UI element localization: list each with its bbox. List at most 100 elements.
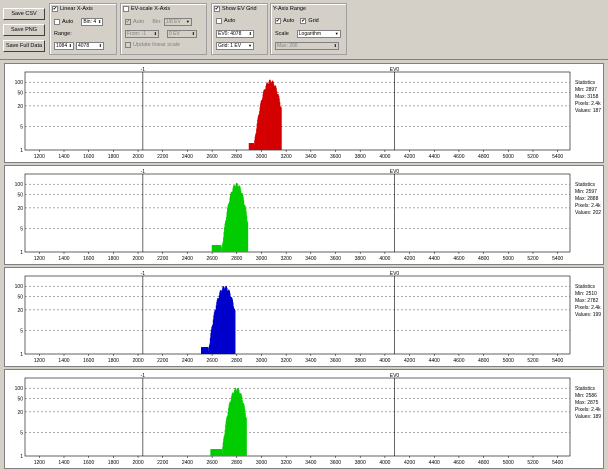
update-linear-checkbox[interactable] bbox=[125, 42, 131, 48]
stepper-icon: ⬍ bbox=[153, 31, 157, 36]
x-tick-label: 3800 bbox=[355, 154, 366, 160]
x-tick-label: 2000 bbox=[132, 460, 143, 466]
x-tick-label: 1200 bbox=[34, 154, 45, 160]
bin-value: Bin: 4 bbox=[83, 19, 97, 25]
x-tick-label: 4600 bbox=[453, 460, 464, 466]
linear-x-axis-checkbox[interactable]: ✔ bbox=[52, 6, 58, 12]
x-tick-label: 4000 bbox=[379, 358, 390, 364]
y-tick-label: 50 bbox=[17, 192, 23, 198]
x-tick-label: 1800 bbox=[108, 358, 119, 364]
x-tick-label: 5200 bbox=[527, 154, 538, 160]
range-label: Range: bbox=[54, 31, 72, 37]
histogram-bar bbox=[220, 245, 222, 252]
histogram-panel-blue: 100 50 20 5 1 -1 EV0 1200 1400 1600 1800 2000 2200 24… bbox=[4, 267, 604, 367]
y-tick-label: 20 bbox=[17, 308, 23, 314]
stat-min: Min: 2897 bbox=[575, 87, 597, 93]
ev-scale-checkbox[interactable] bbox=[123, 6, 129, 12]
range-max-input[interactable]: 4078 ⬍ bbox=[76, 42, 104, 50]
stat-pixels: Pixels: 2.4k bbox=[575, 203, 601, 209]
show-ev-grid-checkbox[interactable]: ✔ bbox=[214, 6, 220, 12]
bin-stepper[interactable]: Bin: 4 ⬍ bbox=[81, 18, 104, 26]
linear-auto-checkbox[interactable] bbox=[54, 19, 60, 25]
x-tick-label: 3000 bbox=[256, 154, 267, 160]
x-tick-label: 1200 bbox=[34, 460, 45, 466]
x-tick-label: 1400 bbox=[58, 358, 69, 364]
x-tick-label: 1600 bbox=[83, 460, 94, 466]
x-tick-label: 2800 bbox=[231, 154, 242, 160]
save-full-data-button[interactable]: Save Full Data bbox=[3, 40, 45, 52]
x-tick-label: 5000 bbox=[503, 460, 514, 466]
x-tick-label: 2800 bbox=[231, 256, 242, 262]
histogram-panel-green2: 100 50 20 5 1 -1 EV0 1200 1400 1600 1800 2000 2200 24… bbox=[4, 369, 604, 469]
plot-frame bbox=[24, 275, 571, 355]
ev0-input[interactable]: EV0: 4078 ⬍ bbox=[216, 30, 254, 38]
toolbar: Save CSV Save PNG Save Full Data ✔ Linear… bbox=[0, 0, 608, 60]
y-max-input[interactable]: Max: 200 ⬍ bbox=[275, 42, 339, 50]
ev-auto-checkbox[interactable]: ✔ bbox=[125, 19, 131, 25]
ev-label: -1 bbox=[141, 373, 146, 379]
x-tick-label: 2000 bbox=[132, 358, 143, 364]
stepper-icon: ⬍ bbox=[98, 43, 102, 48]
stepper-icon: ⬍ bbox=[248, 31, 252, 36]
histogram-chart: 100 50 20 5 1 -1 EV0 1200 1400 1600 1800 2000 2200 24… bbox=[15, 67, 571, 160]
x-tick-label: 4200 bbox=[404, 460, 415, 466]
save-csv-button[interactable]: Save CSV bbox=[3, 8, 45, 20]
stat-max: Max: 2875 bbox=[575, 400, 599, 406]
y-tick-label: 50 bbox=[17, 90, 23, 96]
x-tick-label: 5000 bbox=[503, 256, 514, 262]
stat-min: Min: 2586 bbox=[575, 393, 597, 399]
x-tick-label: 1600 bbox=[83, 358, 94, 364]
x-tick-label: 1400 bbox=[58, 460, 69, 466]
ev-to-input[interactable]: 0 EV ⬍ bbox=[167, 30, 197, 38]
x-tick-label: 2800 bbox=[231, 358, 242, 364]
plot-frame bbox=[24, 377, 571, 457]
grid-select[interactable]: Grid: 1 EV ▼ bbox=[216, 42, 254, 50]
ev-from-input[interactable]: From: -1 ⬍ bbox=[125, 30, 159, 38]
range-min-input[interactable]: 1084 ⬍ bbox=[54, 42, 74, 50]
save-png-button[interactable]: Save PNG bbox=[3, 24, 45, 36]
x-tick-label: 1600 bbox=[83, 154, 94, 160]
x-tick-label: 3600 bbox=[330, 460, 341, 466]
scale-select[interactable]: Logarithm ▼ bbox=[296, 30, 341, 38]
x-tick-label: 2200 bbox=[157, 154, 168, 160]
x-tick-label: 1400 bbox=[58, 154, 69, 160]
x-tick-label: 3800 bbox=[355, 358, 366, 364]
x-tick-label: 2400 bbox=[182, 154, 193, 160]
ev-bin-select[interactable]: 1/8 EV ▼ bbox=[163, 18, 192, 26]
x-tick-label: 4400 bbox=[429, 154, 440, 160]
stat-pixels: Pixels: 2.4k bbox=[575, 407, 601, 413]
x-tick-label: 3600 bbox=[330, 358, 341, 364]
x-tick-label: 3200 bbox=[281, 154, 292, 160]
y-auto-checkbox[interactable]: ✔ bbox=[275, 18, 281, 24]
x-tick-label: 4600 bbox=[453, 358, 464, 364]
y-tick-label: 20 bbox=[17, 104, 23, 110]
x-tick-label: 5400 bbox=[552, 154, 563, 160]
stepper-icon: ⬍ bbox=[68, 43, 72, 48]
x-tick-label: 4000 bbox=[379, 256, 390, 262]
chevron-down-icon: ▼ bbox=[248, 43, 252, 48]
stat-values: Values: 187 bbox=[575, 108, 602, 114]
x-tick-label: 1800 bbox=[108, 460, 119, 466]
x-tick-label: 4200 bbox=[404, 358, 415, 364]
y-tick-label: 100 bbox=[15, 284, 24, 290]
y-tick-label: 1 bbox=[20, 352, 23, 358]
x-tick-label: 1400 bbox=[58, 256, 69, 262]
stat-pixels: Pixels: 2.4k bbox=[575, 101, 601, 107]
y-grid-checkbox[interactable]: ✔ bbox=[300, 18, 307, 24]
histogram-panel-green: 100 50 20 5 1 -1 EV0 1200 1400 1600 1800 2000 2200 24… bbox=[4, 165, 604, 265]
ev-grid-group: ✔ Show EV Grid Auto EV0: 4078 ⬍ Grid: 1 EV… bbox=[211, 3, 268, 55]
y-axis-range-title: Y-Axis Range bbox=[273, 6, 307, 12]
stat-max: Max: 2888 bbox=[575, 196, 599, 202]
ev-grid-auto-checkbox[interactable] bbox=[216, 18, 222, 24]
plot-frame bbox=[24, 71, 571, 151]
y-grid-label: Grid bbox=[308, 18, 319, 24]
ev-grid-auto-label: Auto bbox=[224, 18, 236, 24]
histogram-chart: 100 50 20 5 1 -1 EV0 1200 1400 1600 1800 2000 2200 24… bbox=[15, 169, 571, 262]
grid-value: Grid: 1 EV bbox=[218, 43, 242, 49]
histogram-chart: 100 50 20 5 1 -1 EV0 1200 1400 1600 1800 2000 2200 24… bbox=[15, 373, 571, 466]
histogram-bar bbox=[280, 107, 282, 150]
x-tick-label: 5200 bbox=[527, 358, 538, 364]
histogram-panel-red: 100 50 20 5 1 -1 EV0 1200 1400 1600 1800 2000 2200 24… bbox=[4, 63, 604, 163]
ev0-value: EV0: 4078 bbox=[218, 31, 242, 37]
ev-bin-label: Bin: bbox=[152, 19, 162, 25]
